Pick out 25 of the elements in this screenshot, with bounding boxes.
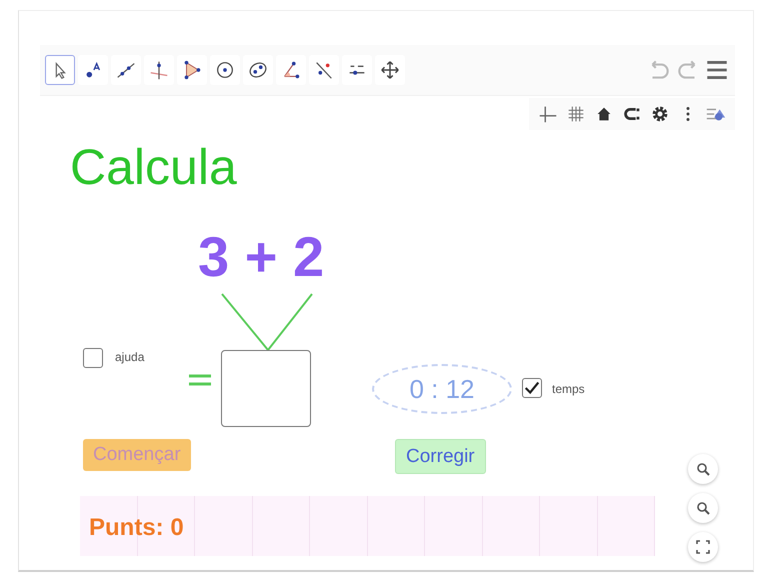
zoom-out-icon[interactable] [688,493,718,523]
fullscreen-icon[interactable] [688,532,718,562]
pan-tool-icon[interactable] [375,55,405,85]
line-tool-icon[interactable] [111,55,141,85]
title: Calcula [70,138,237,196]
conic-tool-icon[interactable] [243,55,273,85]
sum-expression: 3 + 2 [198,224,324,289]
slider-tool-icon[interactable] [342,55,372,85]
score: Punts: 0 [89,514,184,542]
angle-tool-icon[interactable] [276,55,306,85]
point-tool-icon[interactable] [78,55,108,85]
move-tool-icon[interactable] [45,55,75,85]
checkbox-label: temps [552,382,585,396]
perpendicular-tool-icon[interactable] [144,55,174,85]
circle-tool-icon[interactable] [210,55,240,85]
equals-sign [188,372,212,388]
check-button[interactable]: Corregir [395,439,486,474]
checkbox-label: ajuda [115,350,144,364]
checkbox[interactable] [83,348,103,368]
reflect-tool-icon[interactable] [309,55,339,85]
polygon-tool-icon[interactable] [177,55,207,85]
timer: 0 : 12 [372,364,512,414]
answer-box[interactable] [221,350,311,427]
checkbox[interactable] [522,378,542,398]
zoom-in-icon[interactable] [688,454,718,484]
